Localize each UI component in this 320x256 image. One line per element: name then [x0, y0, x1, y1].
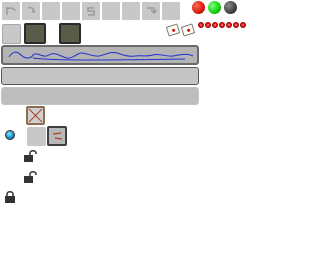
toolbar-button-6[interactable] — [102, 2, 120, 20]
number-dot[interactable]: 7 — [240, 22, 246, 28]
toolbar-button-9[interactable] — [162, 2, 180, 20]
number-dot[interactable]: 4 — [219, 22, 225, 28]
toolbar-button-4[interactable] — [62, 2, 80, 20]
undo-icon — [6, 7, 16, 15]
export-button[interactable] — [142, 2, 160, 20]
cross-icon — [28, 108, 43, 123]
blank-slot[interactable] — [2, 24, 21, 44]
cross-tool-tile[interactable] — [26, 106, 45, 125]
globe-icon[interactable] — [5, 130, 15, 140]
layer-bar-outlined[interactable] — [1, 67, 199, 85]
layer-bar-plain[interactable] — [1, 87, 199, 105]
plain-tool-tile[interactable] — [27, 127, 46, 146]
undo-button[interactable] — [2, 2, 20, 20]
number-dot[interactable]: 6 — [233, 22, 239, 28]
unlock-icon[interactable] — [22, 169, 38, 183]
number-dot[interactable]: 1 — [198, 22, 204, 28]
refresh-button[interactable] — [82, 2, 100, 20]
red-light-button[interactable] — [192, 1, 205, 14]
redo-button[interactable] — [22, 2, 40, 20]
unlock-icon[interactable] — [22, 148, 38, 162]
card-icon-1[interactable] — [165, 23, 181, 37]
toolbar-button-3[interactable] — [42, 2, 60, 20]
line-tool-tile[interactable] — [47, 126, 67, 146]
layer-bar-selected[interactable] — [1, 45, 199, 65]
number-dot[interactable]: 3 — [212, 22, 218, 28]
scribble-stroke — [8, 51, 194, 61]
number-dots: 1 2 3 4 5 6 7 — [198, 22, 246, 28]
dark-light-button[interactable] — [224, 1, 237, 14]
refresh-icon — [87, 7, 95, 16]
line-icon — [52, 132, 63, 140]
dark-slot-1[interactable] — [24, 23, 46, 44]
number-dot[interactable]: 2 — [205, 22, 211, 28]
toolbar-button-7[interactable] — [122, 2, 140, 20]
redo-icon — [27, 6, 35, 14]
export-icon — [147, 7, 158, 15]
number-dot[interactable]: 5 — [226, 22, 232, 28]
lock-icon[interactable] — [4, 189, 16, 203]
green-light-button[interactable] — [208, 1, 221, 14]
dark-slot-2[interactable] — [59, 23, 81, 44]
card-icon-2[interactable] — [180, 23, 196, 37]
